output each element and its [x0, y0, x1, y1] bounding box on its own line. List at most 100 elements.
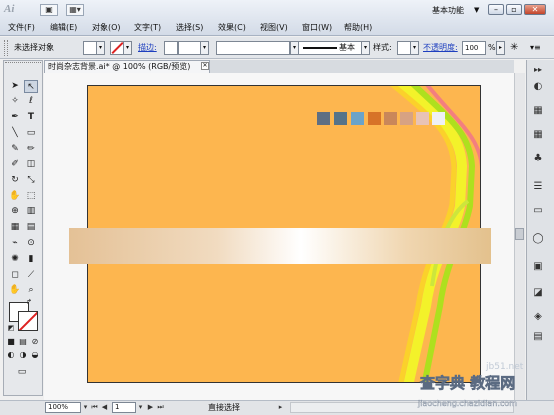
menu-window[interactable]: 窗口(W)	[300, 22, 334, 34]
previous-artboard-icon[interactable]: ◀	[100, 402, 109, 413]
fill-dropdown-arrow[interactable]: ▾	[96, 41, 105, 55]
selection-tool-icon[interactable]: ➤	[8, 80, 22, 93]
free-transform-tool-icon[interactable]: ⬚	[24, 190, 38, 203]
bridge-icon[interactable]: ▣	[40, 4, 58, 16]
stroke-weight-dropdown[interactable]: ▾	[200, 41, 209, 55]
status-menu-arrow[interactable]: ▸	[276, 402, 285, 413]
brush-definition[interactable]: 基本	[298, 41, 362, 55]
watermark-url: jiaocheng.chazidian.com	[418, 399, 518, 408]
first-artboard-icon[interactable]: ⏮	[90, 402, 99, 413]
graphic-styles-icon[interactable]: ◪	[530, 286, 546, 300]
lasso-tool-icon[interactable]: ℓ	[24, 95, 38, 108]
artboard-dropdown[interactable]: ▾	[136, 402, 145, 413]
close-button[interactable]: ✕	[524, 4, 546, 15]
chevron-down-icon[interactable]: ▼	[474, 4, 484, 17]
draw-normal-icon[interactable]: ◐	[6, 350, 16, 360]
color-mode-icon[interactable]: ■	[6, 337, 16, 347]
artboards-panel-icon[interactable]: ▤	[530, 330, 546, 344]
mesh-tool-icon[interactable]: ▦	[8, 221, 22, 234]
scale-tool-icon[interactable]: ⤡	[24, 174, 38, 187]
menu-object[interactable]: 对象(O)	[90, 22, 123, 34]
zoom-tool-icon[interactable]: ⌕	[24, 284, 38, 297]
fill-color-swatch[interactable]	[83, 41, 97, 55]
brush-dropdown[interactable]: ▾	[361, 41, 370, 55]
draw-inside-icon[interactable]: ◒	[30, 350, 40, 360]
menu-help[interactable]: 帮助(H)	[342, 22, 374, 34]
minimize-button[interactable]: –	[488, 4, 504, 15]
blob-brush-tool-icon[interactable]: ✐	[8, 158, 22, 171]
paintbrush-tool-icon[interactable]: ✎	[8, 143, 22, 156]
none-mode-icon[interactable]: ⊘	[30, 337, 40, 347]
arrange-documents-icon[interactable]: ▦▾	[66, 4, 84, 16]
menu-type[interactable]: 文字(T)	[132, 22, 163, 34]
layers-panel-icon[interactable]: ◈	[530, 310, 546, 324]
opacity-dropdown[interactable]: ▸	[496, 41, 505, 55]
symbols-panel-icon[interactable]: ♣	[530, 152, 546, 166]
line-tool-icon[interactable]: ╲	[8, 127, 22, 140]
gradient-tool-icon[interactable]: ▤	[24, 221, 38, 234]
magic-wand-tool-icon[interactable]: ✧	[8, 95, 22, 108]
screen-mode-icon[interactable]: ▭	[14, 366, 30, 378]
menu-select[interactable]: 选择(S)	[174, 22, 205, 34]
stroke-panel-icon[interactable]: ☰	[530, 180, 546, 194]
opacity-field[interactable]: 100	[462, 41, 486, 55]
blend-tool-icon[interactable]: ⊙	[24, 237, 38, 250]
collapse-dock-icon[interactable]: ▸▸	[530, 63, 546, 77]
slice-tool-icon[interactable]: ⟋	[24, 269, 38, 282]
last-artboard-icon[interactable]: ⏭	[156, 402, 165, 413]
workspace-switcher[interactable]: 基本功能	[432, 4, 480, 17]
swatches-panel-icon[interactable]: ▦	[530, 128, 546, 142]
gradient-mode-icon[interactable]: ▤	[18, 337, 28, 347]
pencil-tool-icon[interactable]: ✏	[24, 143, 38, 156]
graphic-style-swatch[interactable]	[397, 41, 411, 55]
menu-file[interactable]: 文件(F)	[6, 22, 37, 34]
warp-tool-icon[interactable]: ✋	[8, 190, 22, 203]
document-tab[interactable]: 时尚杂志背景.ai* @ 100% (RGB/预览)	[44, 60, 210, 73]
zoom-dropdown[interactable]: ▾	[81, 402, 90, 413]
menu-effect[interactable]: 效果(C)	[216, 22, 248, 34]
stroke-color-box[interactable]	[18, 311, 38, 331]
menu-view[interactable]: 视图(V)	[258, 22, 290, 34]
hand-tool-icon[interactable]: ✋	[8, 284, 22, 297]
stroke-color-swatch[interactable]	[110, 41, 124, 55]
default-fill-stroke-icon[interactable]: ◩	[6, 324, 16, 332]
stroke-dropdown-arrow[interactable]: ▾	[123, 41, 132, 55]
menu-edit[interactable]: 编辑(E)	[48, 22, 79, 34]
graphic-style-dropdown[interactable]: ▾	[410, 41, 419, 55]
eyedropper-tool-icon[interactable]: ⌁	[8, 237, 22, 250]
rectangle-tool-icon[interactable]: ▭	[24, 127, 38, 140]
stroke-weight-stepper[interactable]	[164, 41, 178, 55]
perspective-grid-tool-icon[interactable]: ▥	[24, 205, 38, 218]
draw-behind-icon[interactable]: ◑	[18, 350, 28, 360]
artboard-tool-icon[interactable]: ◻	[8, 269, 22, 282]
restore-button[interactable]: ▫	[506, 4, 522, 15]
grip-handle[interactable]	[4, 40, 8, 56]
watermark-site: jb51.net	[486, 362, 524, 372]
transparency-panel-icon[interactable]: ◯	[530, 232, 546, 246]
symbol-sprayer-tool-icon[interactable]: ✺	[8, 253, 22, 266]
graph-tool-icon[interactable]: ▮	[24, 253, 38, 266]
close-tab-icon[interactable]: ✕	[201, 62, 209, 70]
gradient-panel-icon[interactable]: ▭	[530, 204, 546, 218]
color-panel-icon[interactable]: ◐	[530, 80, 546, 94]
zoom-level-field[interactable]: 100%	[45, 402, 81, 413]
stroke-link[interactable]: 描边:	[138, 42, 157, 54]
eraser-tool-icon[interactable]: ◫	[24, 158, 38, 171]
variable-width-profile[interactable]	[216, 41, 290, 55]
recolor-icon[interactable]: ✳	[510, 42, 518, 54]
shape-builder-tool-icon[interactable]: ⊕	[8, 205, 22, 218]
panel-menu-icon[interactable]: ▾≡	[530, 42, 541, 54]
vertical-scroll-thumb[interactable]	[515, 228, 524, 240]
swap-fill-stroke-icon[interactable]: ↱	[24, 298, 34, 306]
color-guide-icon[interactable]: ▦	[530, 104, 546, 118]
artboard-number-field[interactable]: 1	[112, 402, 136, 413]
opacity-link[interactable]: 不透明度:	[423, 42, 458, 54]
appearance-panel-icon[interactable]: ▣	[530, 260, 546, 274]
next-artboard-icon[interactable]: ▶	[146, 402, 155, 413]
pen-tool-icon[interactable]: ✒	[8, 111, 22, 124]
direct-selection-tool-icon[interactable]: ↖	[24, 80, 38, 93]
rotate-tool-icon[interactable]: ↻	[8, 174, 22, 187]
type-tool-icon[interactable]: T	[24, 111, 38, 124]
gradient-band-shape[interactable]	[69, 228, 491, 264]
tools-grip[interactable]	[5, 62, 41, 66]
